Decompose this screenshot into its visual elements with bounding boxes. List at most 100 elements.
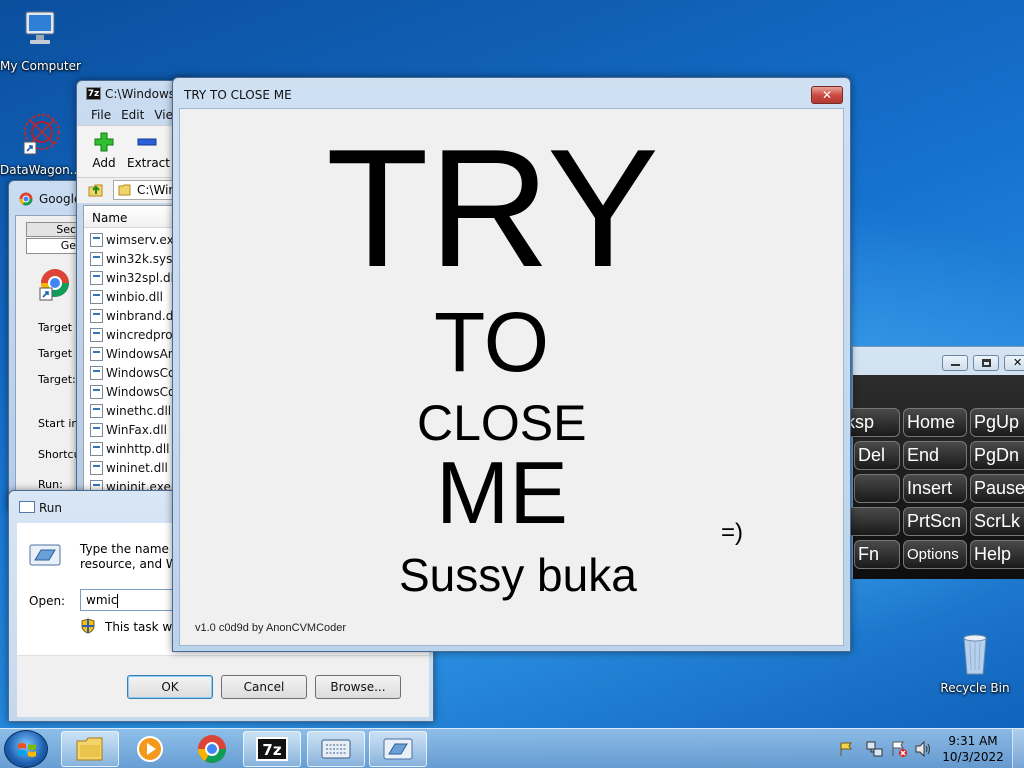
osk-close-button[interactable]: ✕ xyxy=(1004,355,1024,371)
run-program-icon xyxy=(383,738,413,760)
taskbar-explorer[interactable] xyxy=(61,731,119,767)
taskbar-chrome[interactable] xyxy=(183,731,241,767)
osk-key-prtscn[interactable]: PrtScn xyxy=(903,507,967,536)
admin-note: This task will xyxy=(105,620,183,634)
file-row[interactable]: wininet.dll xyxy=(90,458,168,477)
open-input-value: wmic xyxy=(86,593,118,607)
osk-key-fn[interactable]: Fn xyxy=(854,540,900,569)
run-icon xyxy=(19,501,35,513)
file-row[interactable]: winbio.dll xyxy=(90,287,163,306)
menu-edit[interactable]: Edit xyxy=(121,108,144,122)
desktop-icon-datawagon[interactable]: DataWagon... xyxy=(0,112,81,177)
osk-key-home[interactable]: Home xyxy=(903,408,967,437)
folder-up-icon[interactable] xyxy=(87,181,105,199)
file-icon xyxy=(90,289,103,304)
osk-key-scrlk[interactable]: ScrLk xyxy=(970,507,1024,536)
plus-icon xyxy=(94,132,114,152)
browse-button[interactable]: Browse... xyxy=(315,675,401,699)
file-name: wininet.dll xyxy=(106,460,168,475)
field-label: Target: xyxy=(38,373,76,386)
folder-icon xyxy=(118,184,131,196)
windows-logo-icon xyxy=(18,743,36,757)
file-row[interactable]: wincredprov xyxy=(90,325,180,344)
osk-key-del[interactable]: Del xyxy=(854,441,900,470)
window-title: C:\Windows\ xyxy=(105,87,180,101)
version-footer: v1.0 c0d9d by AnonCVMCoder xyxy=(195,622,347,634)
menu-view[interactable]: Vie xyxy=(154,108,173,122)
file-name: WindowsCo xyxy=(106,365,176,380)
keyboard-icon xyxy=(321,739,351,759)
clock[interactable]: 9:31 AM 10/3/2022 xyxy=(940,733,1006,765)
close-icon: ✕ xyxy=(1013,356,1023,369)
volume-icon[interactable] xyxy=(914,741,932,757)
file-name: win32spl.dll xyxy=(106,270,178,285)
osk-key-pgup[interactable]: PgUp xyxy=(970,408,1024,437)
menu-file[interactable]: File xyxy=(91,108,111,122)
file-row[interactable]: winbrand.dll xyxy=(90,306,180,325)
clock-time: 9:31 AM xyxy=(948,734,998,748)
file-icon xyxy=(90,460,103,475)
chrome-shortcut-icon xyxy=(39,269,69,301)
window-title: TRY TO CLOSE ME xyxy=(184,88,292,102)
file-icon xyxy=(90,232,103,247)
network-icon[interactable] xyxy=(866,740,884,758)
open-label: Open: xyxy=(29,594,66,608)
osk-key-pause[interactable]: Pause xyxy=(970,474,1024,503)
extract-button[interactable]: Extract xyxy=(127,131,170,170)
restore-button[interactable] xyxy=(973,355,999,371)
ok-button[interactable]: OK xyxy=(127,675,213,699)
file-row[interactable]: WindowsCo xyxy=(90,363,175,382)
path-text: C:\Win xyxy=(137,183,177,197)
file-name: winbio.dll xyxy=(106,289,163,304)
file-icon xyxy=(90,422,103,437)
7zip-icon: 7z xyxy=(256,737,288,761)
file-row[interactable]: WinFax.dll xyxy=(90,420,167,439)
action-center-icon[interactable] xyxy=(838,741,854,757)
file-name: WindowsCo xyxy=(106,384,176,399)
file-icon xyxy=(90,346,103,361)
cancel-button[interactable]: Cancel xyxy=(221,675,307,699)
extract-label: Extract xyxy=(127,156,170,170)
desktop-icon-my-computer[interactable]: My Computer xyxy=(0,8,81,73)
close-button[interactable]: ✕ xyxy=(811,86,843,104)
minimize-button[interactable] xyxy=(942,355,968,371)
taskbar-7zip[interactable]: 7z xyxy=(243,731,301,767)
show-desktop-button[interactable] xyxy=(1012,729,1024,768)
add-button[interactable]: Add xyxy=(91,131,117,170)
osk-key-pgdn[interactable]: PgDn xyxy=(970,441,1024,470)
try-to-close-me-window: TRY TO CLOSE ME ✕ TRY TO CLOSE ME =) Sus… xyxy=(172,77,851,652)
desktop-icon-recycle-bin[interactable]: Recycle Bin xyxy=(935,630,1015,695)
file-name: wincredprov xyxy=(106,327,180,342)
osk-key-options[interactable]: Options xyxy=(903,540,967,569)
7zip-icon: 7z xyxy=(86,87,101,100)
file-icon xyxy=(90,270,103,285)
file-name: win32k.sys xyxy=(106,251,173,266)
osk-key-blank[interactable] xyxy=(854,474,900,503)
file-row[interactable]: winethc.dll xyxy=(90,401,171,420)
close-icon: ✕ xyxy=(821,88,833,102)
file-row[interactable]: win32spl.dll xyxy=(90,268,177,287)
file-row[interactable]: win32k.sys xyxy=(90,249,172,268)
file-icon xyxy=(90,441,103,456)
taskbar-media-player[interactable] xyxy=(121,731,179,767)
taskbar-on-screen-keyboard[interactable] xyxy=(307,731,365,767)
file-icon xyxy=(90,365,103,380)
file-row[interactable]: wimserv.exe xyxy=(90,230,181,249)
file-name: WindowsAn xyxy=(106,346,176,361)
network-error-icon[interactable] xyxy=(891,740,909,758)
file-icon xyxy=(90,384,103,399)
osk-key-insert[interactable]: Insert xyxy=(903,474,967,503)
file-row[interactable]: winhttp.dll xyxy=(90,439,170,458)
osk-key-help[interactable]: Help xyxy=(970,540,1024,569)
media-player-icon xyxy=(137,736,163,762)
file-name: winethc.dll xyxy=(106,403,172,418)
taskbar-run[interactable] xyxy=(369,731,427,767)
file-row[interactable]: WindowsAn xyxy=(90,344,175,363)
file-icon xyxy=(90,403,103,418)
chrome-icon xyxy=(19,192,33,206)
recycle-bin-icon xyxy=(963,634,987,675)
clock-date: 10/3/2022 xyxy=(942,750,1004,764)
osk-key-end[interactable]: End xyxy=(903,441,967,470)
start-button[interactable] xyxy=(4,730,48,768)
file-row[interactable]: WindowsCo xyxy=(90,382,175,401)
